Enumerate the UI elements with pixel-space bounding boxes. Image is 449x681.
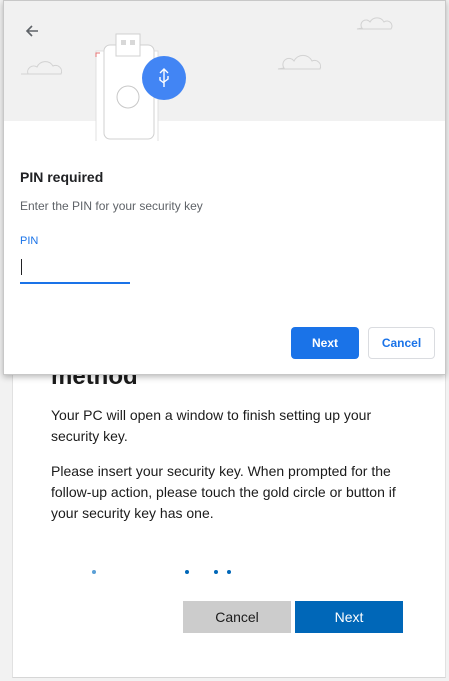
security-key-illustration bbox=[21, 17, 393, 141]
dialog-cancel-button[interactable]: Cancel bbox=[368, 327, 435, 359]
cloud-icon bbox=[21, 61, 63, 75]
dialog-description: Enter the PIN for your security key bbox=[20, 199, 203, 213]
text-caret bbox=[21, 259, 22, 275]
dialog-next-button[interactable]: Next bbox=[291, 327, 359, 359]
progress-dot bbox=[214, 570, 218, 574]
setup-cancel-button[interactable]: Cancel bbox=[183, 601, 291, 633]
progress-dot bbox=[185, 570, 189, 574]
usb-icon bbox=[142, 56, 186, 100]
cloud-icon bbox=[356, 17, 393, 30]
pin-input[interactable] bbox=[20, 256, 130, 284]
setup-next-button[interactable]: Next bbox=[295, 601, 403, 633]
pin-dialog: PIN required Enter the PIN for your secu… bbox=[3, 0, 446, 375]
back-button[interactable] bbox=[20, 19, 44, 43]
dialog-title: PIN required bbox=[20, 169, 104, 185]
setup-paragraph-2: Please insert your security key. When pr… bbox=[51, 463, 396, 521]
cloud-icon bbox=[277, 54, 322, 70]
progress-dot bbox=[227, 570, 231, 574]
pin-label: PIN bbox=[20, 235, 39, 247]
arrow-left-icon bbox=[25, 25, 38, 37]
progress-dot bbox=[92, 570, 96, 574]
setup-paragraph-1: Your PC will open a window to finish set… bbox=[51, 407, 372, 444]
dialog-header bbox=[4, 1, 445, 141]
